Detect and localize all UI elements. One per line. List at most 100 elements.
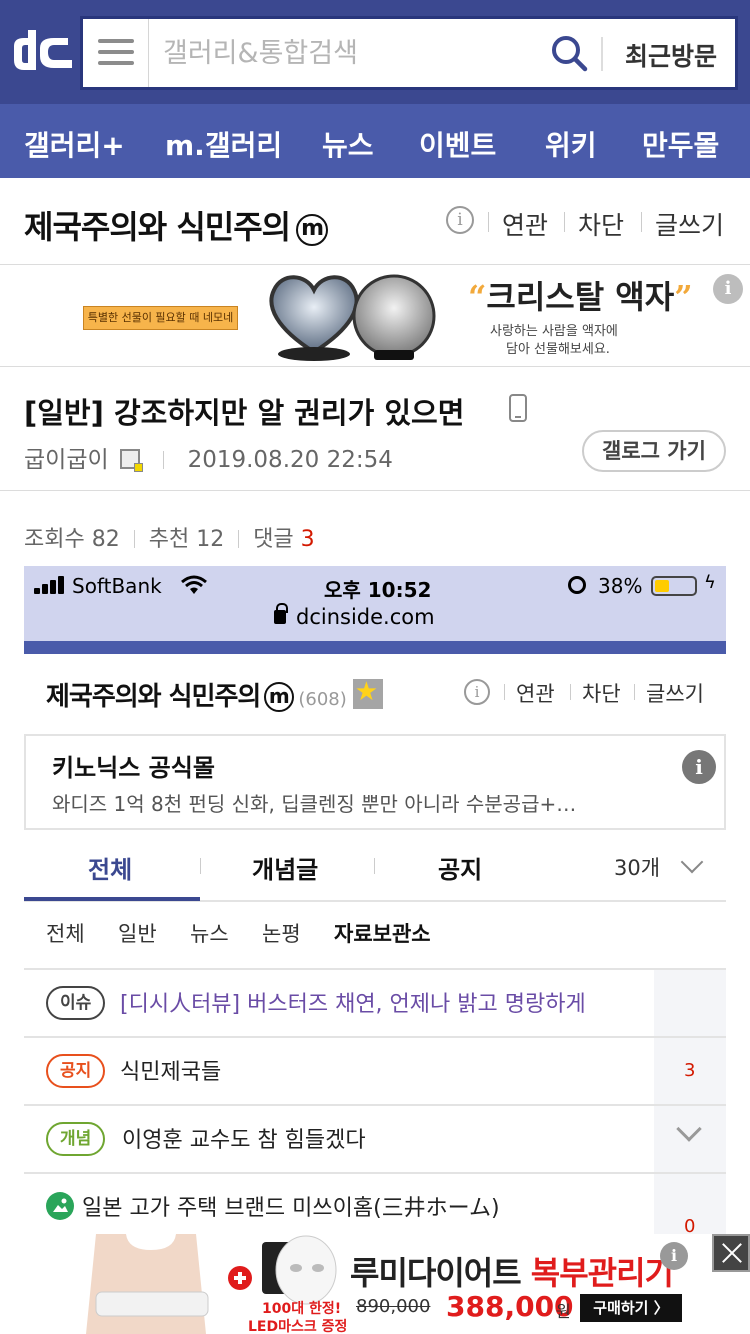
post-stats: 조회수 82 추천 12 댓글 3	[24, 521, 315, 553]
member-count: (608)	[298, 689, 347, 710]
charging-icon: ϟ	[704, 572, 716, 593]
embedded-related: 연관	[516, 682, 555, 706]
issue-tag: 이슈	[46, 986, 106, 1020]
nav-event[interactable]: 이벤트	[419, 124, 496, 164]
ad-info-icon[interactable]: i	[713, 274, 743, 304]
gallery-name: 제국주의와 식민주의	[24, 208, 291, 246]
list-item-title: [디시人터뷰] 버스터즈 채연, 언제나 밝고 명랑하게	[120, 992, 586, 1017]
battery-percent: 38%	[598, 574, 643, 598]
post-title: [일반] 강조하지만 알 권리가 있으면	[24, 396, 465, 430]
divider	[564, 212, 565, 232]
ad-price-unit: 원	[556, 1302, 571, 1321]
nav-wiki[interactable]: 위키	[545, 124, 597, 164]
comment-count: 3	[684, 1060, 696, 1081]
subtab-all: 전체	[46, 922, 85, 946]
divider	[570, 684, 571, 700]
list-item: 이슈 [디시人터뷰] 버스터즈 채연, 언제나 밝고 명랑하게	[24, 968, 726, 1038]
per-page-select: 30개	[614, 856, 661, 880]
subtab-news: 뉴스	[190, 922, 229, 946]
search-divider	[601, 37, 603, 71]
gallery-title[interactable]: 제국주의와 식민주의 m	[24, 202, 329, 248]
search-icon[interactable]	[549, 33, 589, 73]
ad-new-price: 388,000	[446, 1290, 574, 1323]
embedded-minor-badge: m	[264, 682, 295, 712]
ad-title: “크리스탈 액자”	[468, 278, 693, 316]
embedded-subtabs: 전체 일반 뉴스 논평 자료보관소	[24, 918, 726, 958]
nav-mandu-mall[interactable]: 만두몰	[642, 124, 719, 164]
gallog-button[interactable]: 갤로그 가기	[582, 430, 726, 472]
embedded-ad-desc: 와디즈 1억 8천 펀딩 신화, 딥클렌징 뿐만 아니라 수분공급+…	[52, 792, 577, 816]
list-item: 개념 이영훈 교수도 참 힘들겠다	[24, 1104, 726, 1174]
comments-label: 댓글	[253, 527, 294, 552]
post-image: SoftBank 오후 10:52 38% ϟ dcinside.com 제국주…	[24, 566, 726, 1234]
embedded-ad-info-icon: i	[682, 750, 716, 784]
nav-gallery-plus[interactable]: 갤러리+	[24, 124, 125, 164]
author-name[interactable]: 굽이굽이	[24, 447, 109, 473]
related-button[interactable]: 연관	[502, 206, 548, 242]
block-button[interactable]: 차단	[578, 206, 624, 242]
embedded-info-icon: i	[464, 679, 490, 705]
embedded-ad-title: 키노닉스 공식몰	[52, 754, 215, 782]
recent-visits-button[interactable]: 최근방문	[613, 37, 729, 73]
divider	[0, 366, 750, 367]
subtab-archive: 자료보관소	[334, 922, 431, 946]
search-box: 최근방문	[80, 16, 738, 90]
post-datetime: 2019.08.20 22:54	[187, 447, 393, 473]
close-ad-icon[interactable]	[712, 1234, 750, 1272]
info-icon[interactable]: i	[446, 206, 474, 234]
embedded-gallery-name: 제국주의와 식민주의	[46, 682, 261, 712]
ad-banner-crystal-frame[interactable]: 특별한 선물이 필요할 때 네모네 “크리스탈 액자” 사랑하는 사람을 액자에…	[0, 266, 750, 366]
carrier-name: SoftBank	[72, 574, 162, 598]
tab-concept: 개념글	[252, 856, 319, 884]
write-button[interactable]: 글쓰기	[655, 206, 724, 242]
divider	[504, 684, 505, 700]
top-header: 최근방문	[0, 0, 750, 104]
divider	[0, 490, 750, 491]
ad-old-price: 890,000	[356, 1296, 431, 1317]
image-post-icon	[46, 1192, 74, 1220]
recommend-count: 추천 12	[148, 527, 225, 552]
ad-headline: 루미다이어트 복부관리기	[350, 1254, 674, 1292]
url-text: dcinside.com	[296, 605, 435, 629]
concept-tag: 개념	[46, 1122, 106, 1156]
mobile-icon	[509, 394, 527, 422]
ios-status-bar: SoftBank 오후 10:52 38% ϟ dcinside.com	[24, 566, 726, 641]
list-item-title: 일본 고가 주택 브랜드 미쓰이홈(三井ホーム)	[82, 1196, 500, 1221]
wifi-icon	[181, 575, 207, 594]
ad-info-icon[interactable]: i	[660, 1242, 688, 1270]
header-strip	[24, 641, 726, 654]
list-item: 공지 식민제국들 3	[24, 1036, 726, 1106]
divider	[634, 684, 635, 700]
favorite-star-icon	[352, 677, 383, 709]
signal-icon	[34, 576, 68, 594]
chevron-down-icon	[680, 850, 704, 874]
nav-m-gallery[interactable]: m.갤러리	[165, 124, 282, 164]
subtab-general: 일반	[118, 922, 157, 946]
views-count: 조회수 82	[24, 527, 120, 552]
list-item: 일본 고가 주택 브랜드 미쓰이홈(三井ホーム) 0	[24, 1172, 726, 1234]
comments-count[interactable]: 3	[301, 527, 315, 552]
embedded-tabs: 전체 개념글 공지 30개	[24, 832, 726, 902]
dc-logo-icon[interactable]	[10, 26, 76, 78]
tab-notice: 공지	[438, 856, 483, 884]
active-tab-underline	[24, 897, 200, 901]
notice-tag: 공지	[46, 1054, 106, 1088]
menu-icon[interactable]	[83, 19, 149, 87]
embedded-ad: 키노닉스 공식몰 와디즈 1억 8천 펀딩 신화, 딥클렌징 뿐만 아니라 수분…	[24, 734, 726, 830]
lock-icon	[274, 603, 288, 624]
embedded-block: 차단	[582, 682, 621, 706]
embedded-write: 글쓰기	[646, 682, 704, 706]
embedded-gallery-title: 제국주의와 식민주의 m (608)	[46, 676, 383, 713]
ad-desc-line1: 사랑하는 사람을 액자에	[490, 324, 618, 339]
search-input[interactable]	[163, 33, 543, 73]
ad-buy-button[interactable]: 구매하기 〉	[580, 1294, 682, 1322]
nav-news[interactable]: 뉴스	[322, 124, 374, 164]
battery-icon	[651, 576, 697, 596]
bottom-ad-banner[interactable]: 루미다이어트 복부관리기 100대 한정! LED마스크 증정 890,000 …	[0, 1234, 750, 1334]
ad-desc-line2: 담아 선물해보세요.	[506, 342, 610, 357]
main-nav: 갤러리+ m.갤러리 뉴스 이벤트 위키 만두몰	[0, 104, 750, 178]
divider	[488, 212, 489, 232]
subtab-review: 논평	[262, 922, 301, 946]
comment-count: 0	[684, 1216, 696, 1234]
tab-all: 전체	[88, 856, 133, 884]
